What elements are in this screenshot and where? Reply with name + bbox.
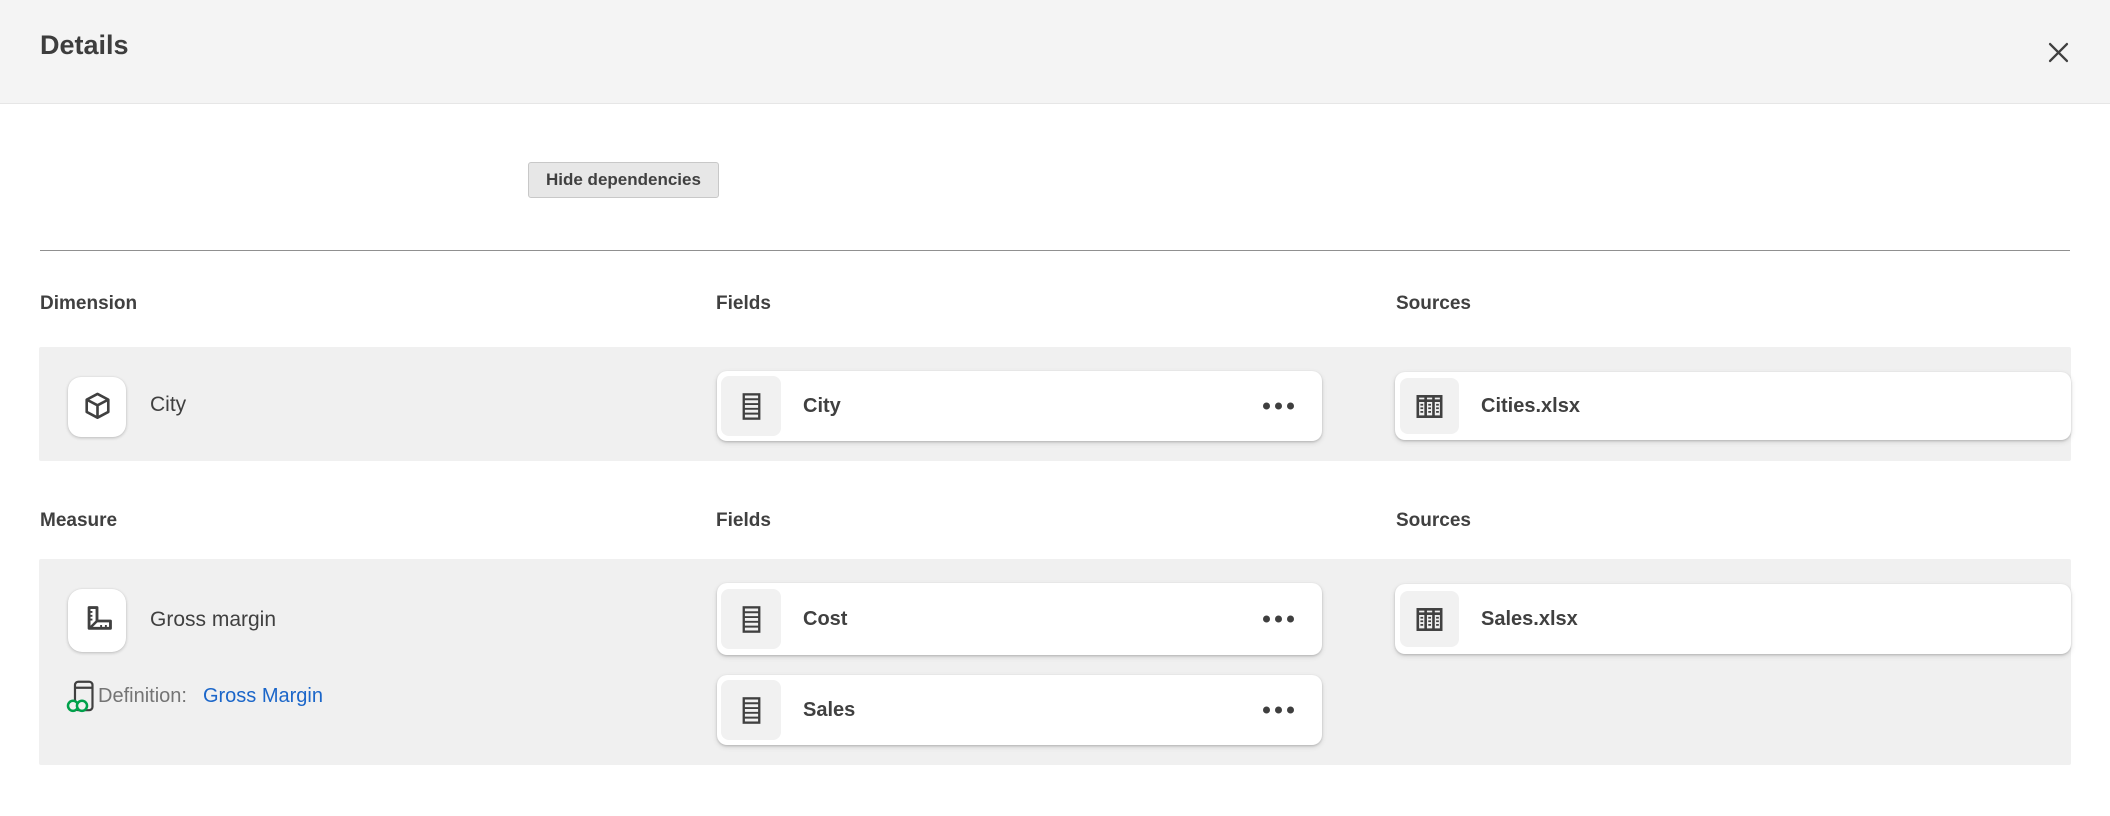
measure-item-name: Gross margin	[150, 608, 276, 632]
dimension-section-header: Dimension	[40, 293, 137, 315]
field-card-cost[interactable]: Cost	[717, 583, 1322, 655]
dimension-item-name: City	[150, 393, 186, 417]
field-rows-icon	[721, 680, 781, 740]
dimension-fields-header: Fields	[716, 293, 771, 315]
field-rows-icon	[721, 376, 781, 436]
close-icon	[2045, 39, 2072, 66]
cube-icon	[79, 389, 116, 426]
source-card-label: Cities.xlsx	[1481, 395, 1580, 418]
linked-master-item-icon	[66, 679, 96, 714]
field-rows-icon	[721, 589, 781, 649]
dimension-sources-header: Sources	[1396, 293, 1471, 315]
ruler-square-icon	[78, 602, 116, 640]
source-card-sales[interactable]: Sales.xlsx	[1395, 584, 2071, 654]
section-divider	[40, 250, 2070, 251]
table-icon	[1400, 591, 1459, 647]
definition-link[interactable]: Gross Margin	[203, 685, 323, 708]
hide-dependencies-button[interactable]: Hide dependencies	[528, 162, 719, 198]
measure-fields-header: Fields	[716, 510, 771, 532]
ellipsis-icon[interactable]	[1257, 395, 1300, 418]
dialog-title: Details	[40, 30, 129, 61]
close-button[interactable]	[2040, 34, 2076, 70]
measure-sources-header: Sources	[1396, 510, 1471, 532]
field-card-sales[interactable]: Sales	[717, 675, 1322, 745]
definition-row: Definition: Gross Margin	[66, 679, 323, 714]
field-card-label: Sales	[803, 699, 855, 722]
measure-section-header: Measure	[40, 510, 117, 532]
dimension-item-tile	[68, 377, 126, 437]
table-icon	[1400, 378, 1459, 434]
ellipsis-icon[interactable]	[1257, 699, 1300, 722]
measure-item-tile	[68, 589, 126, 652]
ellipsis-icon[interactable]	[1257, 608, 1300, 631]
source-card-label: Sales.xlsx	[1481, 608, 1578, 631]
source-card-cities[interactable]: Cities.xlsx	[1395, 372, 2071, 440]
field-card-label: Cost	[803, 608, 847, 631]
definition-label: Definition:	[98, 685, 187, 708]
dialog-header: Details	[0, 0, 2110, 104]
field-card-label: City	[803, 395, 841, 418]
field-card-city[interactable]: City	[717, 371, 1322, 441]
